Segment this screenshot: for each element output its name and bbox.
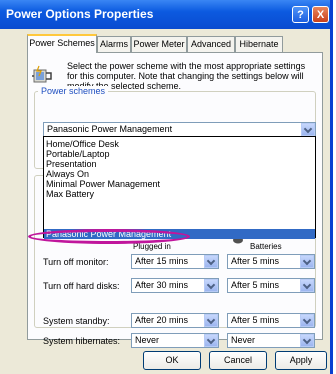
tab-hibernate[interactable]: Hibernate <box>235 36 283 52</box>
power-scheme-dropdown-list: Home/Office Desk Portable/Laptop Present… <box>43 136 316 239</box>
standby-plugged-value: After 20 mins <box>135 315 189 325</box>
chevron-down-icon[interactable] <box>300 279 314 292</box>
cancel-button[interactable]: Cancel <box>209 351 267 370</box>
apply-button[interactable]: Apply <box>275 351 327 370</box>
tab-alarms[interactable]: Alarms <box>97 36 131 52</box>
scheme-option-max-battery[interactable]: Max Battery <box>44 189 315 199</box>
power-schemes-group-label: Power schemes <box>38 86 109 96</box>
window-title: Power Options Properties <box>6 7 154 21</box>
hibernates-batteries-select[interactable]: Never <box>227 333 315 348</box>
monitor-plugged-value: After 15 mins <box>135 256 189 266</box>
hard-disks-batteries-value: After 5 mins <box>231 280 280 290</box>
chevron-down-icon[interactable] <box>204 255 218 268</box>
help-button[interactable]: ? <box>292 6 309 23</box>
monitor-label: Turn off monitor: <box>43 257 109 267</box>
standby-batteries-select[interactable]: After 5 mins <box>227 313 315 328</box>
tab-advanced[interactable]: Advanced <box>187 36 235 52</box>
hibernates-plugged-select[interactable]: Never <box>131 333 219 348</box>
hard-disks-batteries-select[interactable]: After 5 mins <box>227 278 315 293</box>
power-scheme-value: Panasonic Power Management <box>47 124 173 134</box>
hard-disks-plugged-value: After 30 mins <box>135 280 189 290</box>
chevron-down-icon[interactable] <box>300 314 314 327</box>
batteries-header: Batteries <box>250 242 282 251</box>
chevron-down-icon[interactable] <box>204 314 218 327</box>
power-scheme-icon <box>32 65 52 83</box>
scheme-option-presentation[interactable]: Presentation <box>44 159 315 169</box>
scheme-option-portable[interactable]: Portable/Laptop <box>44 149 315 159</box>
scheme-option-always-on[interactable]: Always On <box>44 169 315 179</box>
chevron-down-icon[interactable] <box>300 255 314 268</box>
monitor-plugged-select[interactable]: After 15 mins <box>131 254 219 269</box>
standby-plugged-select[interactable]: After 20 mins <box>131 313 219 328</box>
power-scheme-select[interactable]: Panasonic Power Management <box>43 122 316 137</box>
hibernates-plugged-value: Never <box>135 335 160 345</box>
monitor-batteries-select[interactable]: After 5 mins <box>227 254 315 269</box>
title-bar[interactable]: Power Options Properties ? X <box>0 0 330 29</box>
highlight-annotation <box>28 229 190 244</box>
scheme-option-minimal[interactable]: Minimal Power Management <box>44 179 315 189</box>
standby-label: System standby: <box>43 316 110 326</box>
chevron-down-icon[interactable] <box>204 279 218 292</box>
tab-power-meter[interactable]: Power Meter <box>131 36 187 52</box>
standby-batteries-value: After 5 mins <box>231 315 280 325</box>
chevron-down-icon[interactable] <box>204 334 218 347</box>
ok-button[interactable]: OK <box>143 351 201 370</box>
hibernates-batteries-value: Never <box>231 335 256 345</box>
monitor-batteries-value: After 5 mins <box>231 256 280 266</box>
close-button[interactable]: X <box>312 6 329 23</box>
scheme-option-home-office[interactable]: Home/Office Desk <box>44 139 315 149</box>
hard-disks-plugged-select[interactable]: After 30 mins <box>131 278 219 293</box>
chevron-down-icon[interactable] <box>301 123 315 136</box>
chevron-down-icon[interactable] <box>300 334 314 347</box>
tab-power-schemes[interactable]: Power Schemes <box>27 34 97 53</box>
hard-disks-label: Turn off hard disks: <box>43 281 120 291</box>
power-options-window: Power Options Properties ? X Power Schem… <box>0 0 333 374</box>
hibernates-label: System hibernates: <box>43 336 121 346</box>
